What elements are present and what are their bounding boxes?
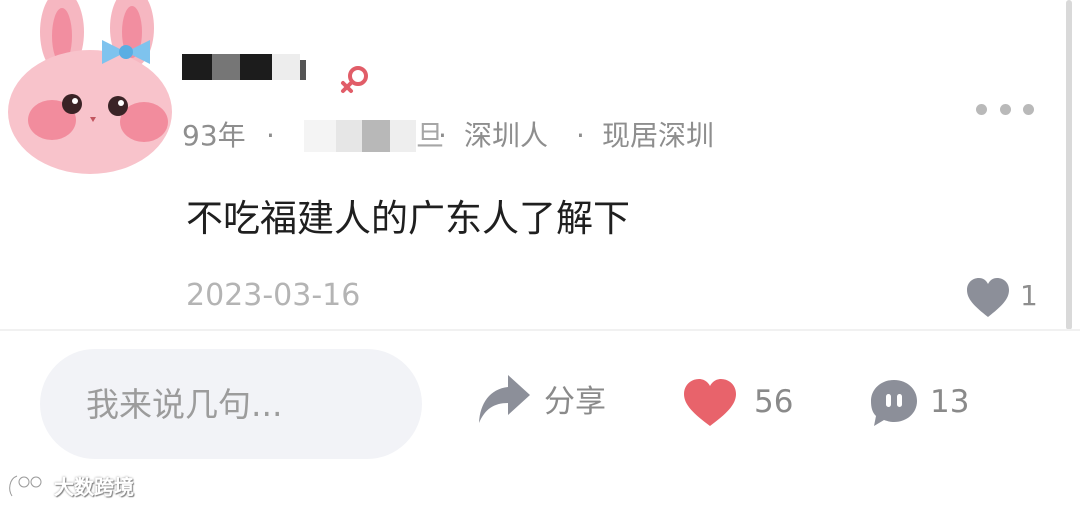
comment-input[interactable] <box>40 349 422 459</box>
heart-icon <box>967 278 1009 317</box>
post-date: 2023-03-16 <box>186 278 361 313</box>
watermark-logo-icon <box>8 474 43 497</box>
share-label: 分享 <box>544 384 606 420</box>
user-hometown: 深圳人 <box>464 119 549 152</box>
watermark: 大数跨境 <box>6 470 134 504</box>
bunny-avatar-image <box>8 0 172 174</box>
like-count: 56 <box>754 384 794 420</box>
more-options-button[interactable] <box>974 100 1036 118</box>
comment-count: 13 <box>930 384 970 420</box>
watermark-text: 大数跨境 <box>54 475 134 499</box>
meta-separator: · <box>438 119 447 152</box>
meta-blur <box>304 120 336 152</box>
avatar[interactable] <box>4 0 176 176</box>
post-text: 不吃福建人的广东人了解下 <box>186 197 630 240</box>
user-age: 93年 <box>182 119 246 152</box>
scrollbar[interactable] <box>1066 0 1072 330</box>
post-like-count: 1 <box>1020 279 1038 312</box>
more-dots-icon <box>976 103 987 115</box>
bottom-action-bar: 分享 56 13 <box>0 331 1080 507</box>
meta-separator: · <box>266 119 275 152</box>
comment-bubble-icon <box>871 380 917 426</box>
share-arrow-icon <box>479 375 530 423</box>
user-residence: 现居深圳 <box>602 119 715 152</box>
female-icon <box>341 66 368 93</box>
comment-button[interactable]: 13 <box>868 371 978 433</box>
like-button[interactable]: 56 <box>682 371 802 433</box>
meta-separator: · <box>576 119 585 152</box>
share-button[interactable]: 分享 <box>476 371 616 433</box>
heart-icon <box>684 379 736 426</box>
post-like-button[interactable]: 1 <box>964 276 1044 320</box>
post-card: 93年 · 旦 · 深圳人 · 现居深圳 不吃福建人的广东人了解下 2023-0… <box>0 0 1080 330</box>
